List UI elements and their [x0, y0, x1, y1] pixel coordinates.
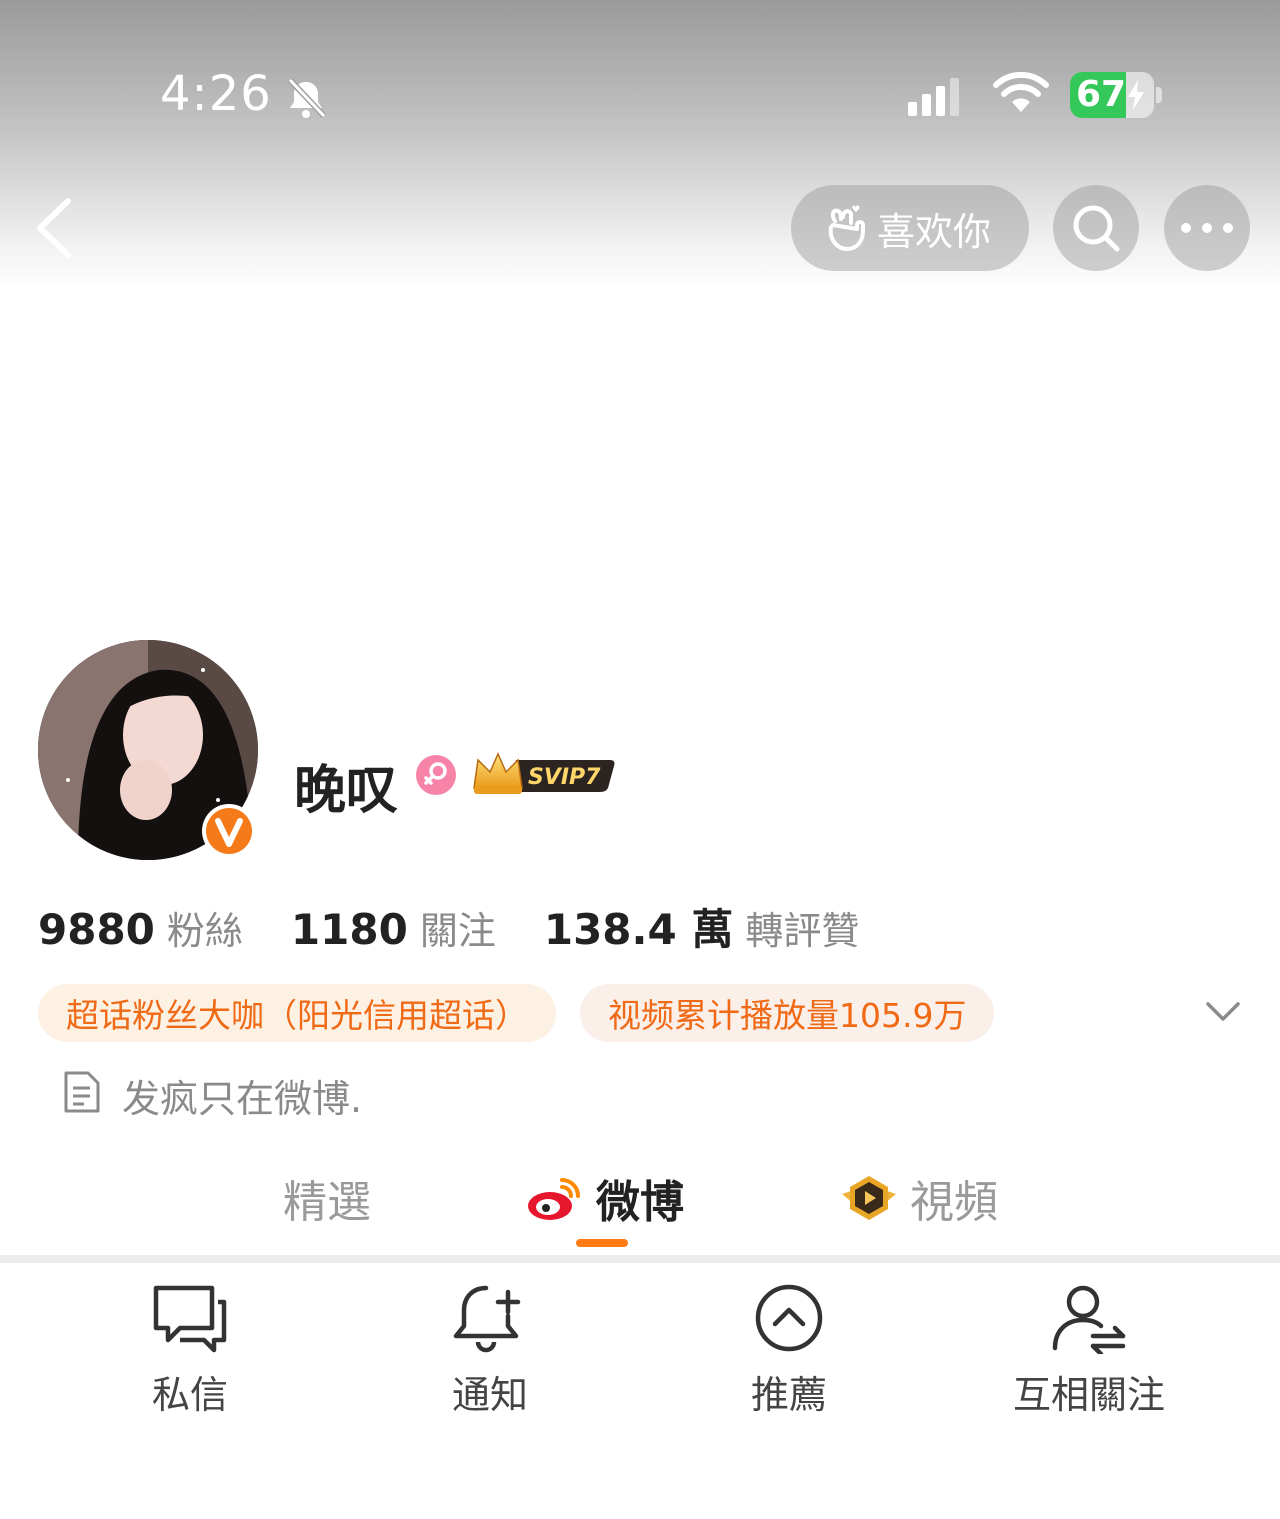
tab-video-label: 視頻 [910, 1177, 998, 1228]
more-horizontal-icon [1181, 223, 1233, 233]
status-time: 4:26 [160, 66, 272, 122]
cellular-signal-icon [908, 78, 959, 116]
tab-featured-label: 精選 [283, 1177, 371, 1228]
svip-label: SVIP7 [528, 765, 601, 790]
section-divider [0, 1255, 1280, 1263]
tab-weibo-label: 微博 [596, 1177, 684, 1228]
mutual-follow-label: 互相關注 [1012, 1373, 1165, 1417]
user-mutual-follow-icon [1052, 1285, 1126, 1354]
tab-video[interactable]: 視頻 [840, 1166, 998, 1230]
chevron-down-icon[interactable] [1204, 998, 1242, 1026]
private-message-button[interactable]: 私信 [120, 1282, 260, 1419]
document-icon [64, 1071, 100, 1113]
female-icon [416, 755, 456, 795]
like-you-label: 喜欢你 [877, 209, 992, 254]
bell-plus-icon [453, 1285, 521, 1353]
back-button[interactable] [30, 195, 80, 261]
following-label[interactable]: 關注 [420, 900, 496, 955]
weibo-logo-icon [528, 1178, 580, 1220]
recommend-button[interactable]: 推薦 [719, 1282, 859, 1419]
supertopic-fan-tag[interactable]: 超话粉丝大咖（阳光信用超话） [38, 984, 556, 1042]
followers-count[interactable]: 9880 [38, 905, 155, 954]
bio-text: 发疯只在微博. [122, 1077, 363, 1121]
notify-button[interactable]: 通知 [420, 1282, 560, 1419]
svip-badge[interactable]: SVIP7 [470, 750, 616, 798]
video-badge-icon [842, 1176, 896, 1220]
like-you-button[interactable]: 喜欢你 [791, 185, 1029, 271]
notify-label: 通知 [451, 1373, 528, 1417]
bell-slash-icon [287, 77, 327, 119]
message-icon [153, 1285, 227, 1353]
finger-heart-icon [828, 205, 865, 251]
search-button[interactable] [1053, 185, 1139, 271]
private-message-label: 私信 [151, 1373, 228, 1417]
followers-label[interactable]: 粉絲 [167, 900, 243, 955]
battery-indicator: 67 [1070, 72, 1164, 118]
mutual-follow-button[interactable]: 互相關注 [1004, 1282, 1174, 1419]
chevron-up-circle-icon [755, 1284, 823, 1352]
charging-bolt-icon [1128, 80, 1144, 110]
profile-name: 晚叹 [294, 761, 399, 821]
search-icon [1073, 205, 1120, 252]
wifi-icon [993, 72, 1049, 112]
battery-level: 67 [1076, 74, 1127, 115]
tab-weibo[interactable]: 微博 [526, 1166, 684, 1230]
interactions-count: 138.4 萬 [543, 905, 734, 954]
following-count[interactable]: 1180 [291, 905, 408, 954]
recommend-label: 推薦 [750, 1373, 827, 1417]
profile-stats: 9880 粉絲 1180 關注 138.4 萬 轉評贊 [38, 896, 859, 957]
video-views-tag[interactable]: 视频累计播放量105.9万 [580, 984, 995, 1042]
active-tab-indicator [576, 1239, 628, 1247]
interactions-label: 轉評贊 [745, 909, 860, 953]
tab-featured[interactable]: 精選 [283, 1166, 371, 1230]
more-button[interactable] [1164, 185, 1250, 271]
crown-icon: SVIP7 [473, 752, 615, 794]
verified-v-icon [202, 804, 256, 858]
profile-tags: 超话粉丝大咖（阳光信用超话） 视频累计播放量105.9万 [38, 984, 1018, 1042]
